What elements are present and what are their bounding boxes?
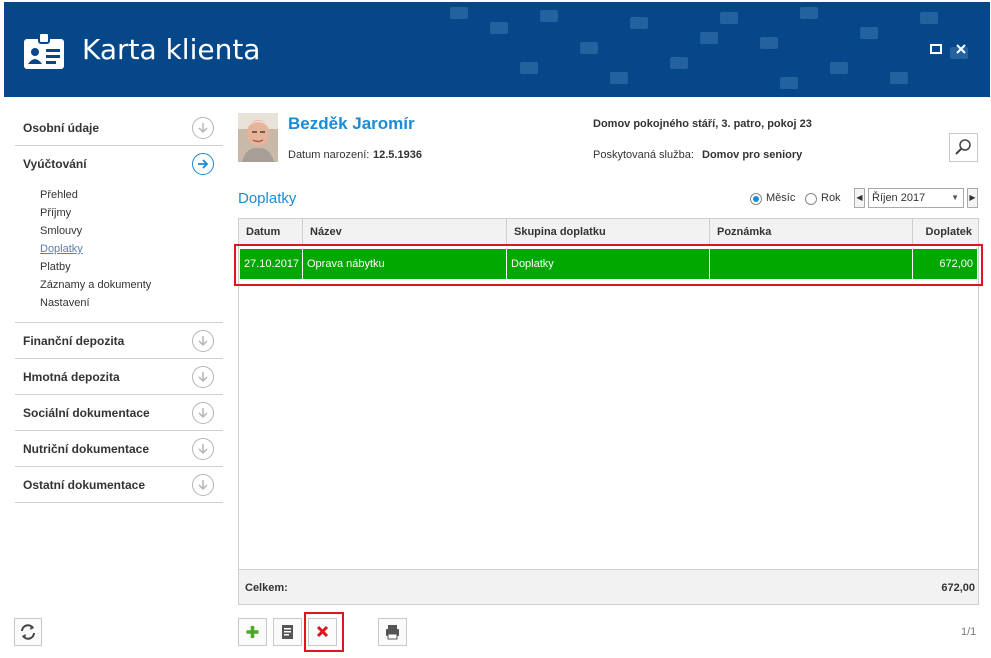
header-pattern [450,7,968,89]
period-dropdown[interactable]: Říjen 2017 ▼ [868,188,964,208]
sidebar-item-zaznamy[interactable]: Záznamy a dokumenty [40,276,223,294]
refresh-button[interactable] [14,618,42,646]
refresh-icon [21,624,35,640]
search-icon [955,139,971,155]
sidebar-section-label: Finanční depozita [23,334,125,348]
period-prev-button[interactable]: ◀ [854,188,865,208]
add-button[interactable] [238,618,267,646]
plus-icon [246,626,259,638]
radio-year[interactable] [805,193,817,205]
client-photo [238,113,278,162]
sidebar-section-label: Hmotná depozita [23,370,120,384]
arrow-down-circle-icon[interactable] [192,117,214,139]
column-header-datum[interactable]: Datum [239,219,303,245]
column-header-nazev[interactable]: Název [303,219,507,245]
sidebar-section-ostatni-dokumentace[interactable]: Ostatní dokumentace [15,467,223,503]
sidebar-section-label: Sociální dokumentace [23,406,150,420]
table-header: Datum Název Skupina doplatku Poznámka Do… [239,219,978,245]
sidebar-subitems: Přehled Příjmy Smlouvy Doplatky Platby Z… [15,182,223,323]
client-name: Bezděk Jaromír [288,114,415,133]
sidebar-item-prehled[interactable]: Přehled [40,186,223,204]
sidebar-item-platby[interactable]: Platby [40,258,223,276]
sidebar-section-label: Osobní údaje [23,121,100,135]
sidebar-item-nastaveni[interactable]: Nastavení [40,294,223,312]
sidebar-section-financni-depozita[interactable]: Finanční depozita [15,323,223,359]
period-next-button[interactable]: ▶ [967,188,978,208]
service-label: Poskytovaná služba: [593,149,694,161]
total-value: 672,00 [941,582,975,594]
sidebar-item-smlouvy[interactable]: Smlouvy [40,222,223,240]
table-footer: Celkem: 672,00 [239,569,978,604]
sidebar-item-doplatky[interactable]: Doplatky [40,240,223,258]
sidebar-section-vyuctovani[interactable]: Vyúčtování [15,146,223,182]
window-title: Karta klienta [82,33,261,66]
arrow-down-circle-icon[interactable] [192,366,214,388]
radio-year-label: Rok [821,192,841,204]
service-value: Domov pro seniory [702,149,803,161]
radio-month[interactable] [750,193,762,205]
total-label: Celkem: [245,582,288,594]
section-title: Doplatky [238,190,297,207]
print-icon [386,625,399,640]
document-icon [282,625,293,639]
sidebar-section-label: Ostatní dokumentace [23,478,146,492]
arrow-down-circle-icon[interactable] [192,438,214,460]
period-value: Říjen 2017 [872,192,926,204]
sidebar-section-label: Nutriční dokumentace [23,442,150,456]
client-address: Domov pokojného stáří, 3. patro, pokoj 2… [593,118,812,130]
arrow-down-circle-icon[interactable] [192,330,214,352]
period-selector: ◀ Říjen 2017 ▼ ▶ [854,188,979,208]
sidebar-section-nutricni-dokumentace[interactable]: Nutriční dokumentace [15,431,223,467]
radio-month-label: Měsíc [766,192,796,204]
window-header: Karta klienta [4,2,990,97]
arrow-down-circle-icon[interactable] [192,402,214,424]
sidebar-section-hmotna-depozita[interactable]: Hmotná depozita [15,359,223,395]
pager: 1/1 [961,626,977,638]
delete-highlight-frame [304,612,344,652]
search-button[interactable] [949,133,978,162]
column-header-poznamka[interactable]: Poznámka [710,219,913,245]
dob-value: 12.5.1936 [373,149,422,161]
print-button[interactable] [378,618,407,646]
sidebar: Osobní údaje Vyúčtování Přehled Příjmy S… [15,110,223,503]
maximize-icon[interactable] [929,42,943,56]
row-highlight-frame [234,244,983,286]
chevron-down-icon: ▼ [951,193,959,202]
dob-label: Datum narození: [288,149,370,161]
sidebar-section-label: Vyúčtování [23,157,87,171]
close-icon[interactable] [954,42,968,56]
column-header-skupina[interactable]: Skupina doplatku [507,219,710,245]
arrow-down-circle-icon[interactable] [192,474,214,496]
column-header-doplatek[interactable]: Doplatek [913,219,978,245]
sidebar-section-socialni-dokumentace[interactable]: Sociální dokumentace [15,395,223,431]
client-card-icon [24,32,64,69]
arrow-right-circle-icon[interactable] [192,153,214,175]
edit-button[interactable] [273,618,302,646]
sidebar-item-prijmy[interactable]: Příjmy [40,204,223,222]
sidebar-section-osobni-udaje[interactable]: Osobní údaje [15,110,223,146]
